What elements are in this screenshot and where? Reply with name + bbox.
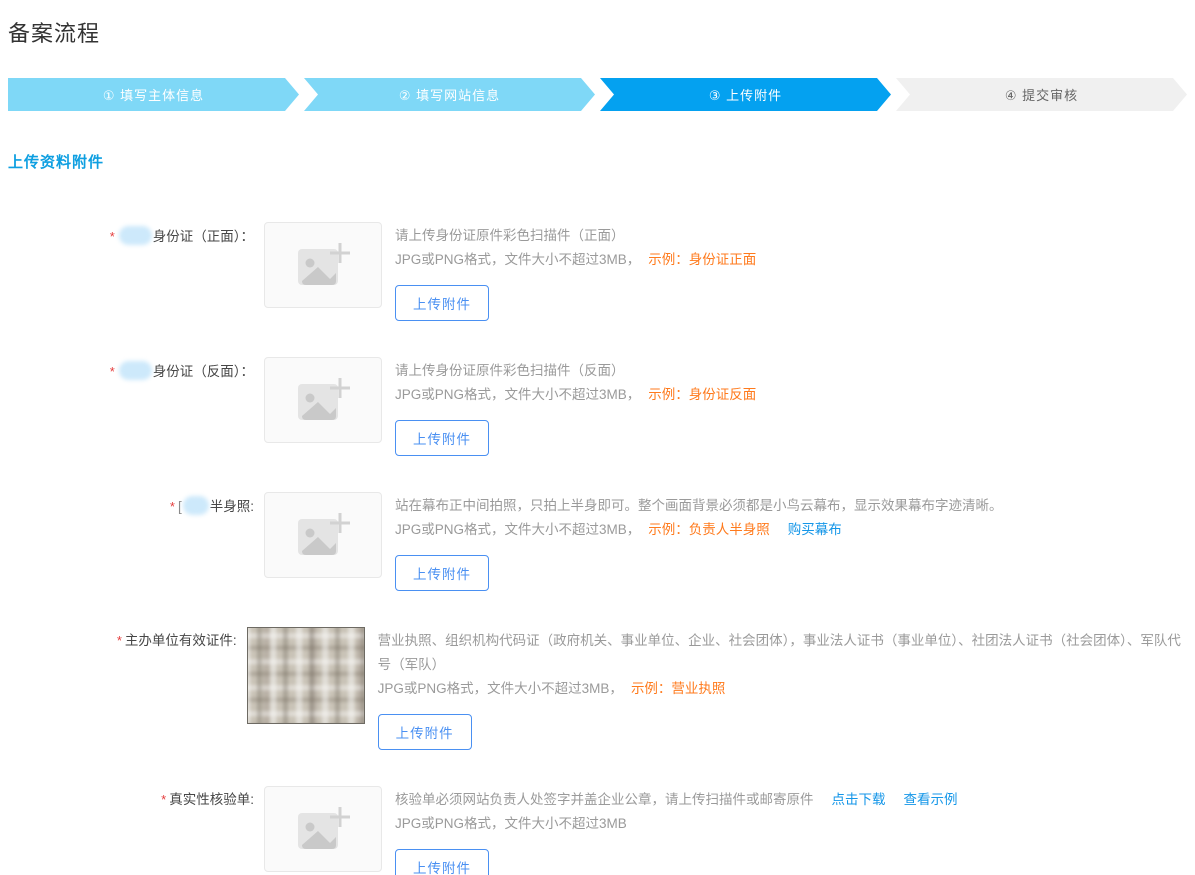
upload-attachment-button[interactable]: 上传附件 [395, 849, 489, 875]
description-text: 核验单必须网站负责人处签字并盖企业公章，请上传扫描件或邮寄原件 [395, 792, 814, 807]
description-text: 站在幕布正中间拍照，只拍上半身即可。整个画面背景必须都是小鸟云幕布，显示效果幕布… [395, 498, 1003, 513]
field-label: *[ 半身照: [8, 492, 254, 517]
add-image-icon [292, 239, 354, 291]
example-link[interactable]: 示例：营业执照 [631, 681, 726, 696]
click-download-link[interactable]: 点击下载 [832, 792, 886, 807]
example-link[interactable]: 示例：身份证正面 [648, 252, 756, 267]
description-line-1: 请上传身份证原件彩色扫描件（正面） [395, 224, 756, 248]
required-asterisk: * [110, 364, 115, 379]
redacted-name-blur [119, 226, 152, 245]
upload-rows: * 身份证（正面）： 请上传身份证原件彩色扫描件（正面） JPG或PNG格式，文件… [8, 222, 1187, 875]
row-id-card-back: * 身份证（反面）： 请上传身份证原件彩色扫描件（反面） JPG或PNG格式，文件… [8, 357, 1187, 456]
field-description: 核验单必须网站负责人处签字并盖企业公章，请上传扫描件或邮寄原件点击下载查看示例 … [395, 786, 958, 875]
required-asterisk: * [170, 499, 175, 514]
upload-attachment-button[interactable]: 上传附件 [378, 714, 472, 750]
format-hint-text: JPG或PNG格式，文件大小不超过3MB， [395, 522, 640, 537]
row-organizer-certificate: *主办单位有效证件: 营业执照、组织机构代码证（政府机关、事业单位、企业、社会团… [8, 627, 1187, 750]
field-description: 站在幕布正中间拍照，只拍上半身即可。整个画面背景必须都是小鸟云幕布，显示效果幕布… [395, 492, 1003, 591]
required-asterisk: * [161, 792, 166, 807]
required-asterisk: * [110, 229, 115, 244]
filing-process-page: 备案流程 ① 填写主体信息 ② 填写网站信息 ③ 上传附件 ④ 提交审核 上传资… [0, 0, 1195, 875]
redacted-name-blur [183, 496, 209, 515]
upload-image-placeholder[interactable] [264, 222, 382, 308]
upload-image-placeholder[interactable] [264, 786, 382, 872]
step-2-fill-website-info[interactable]: ② 填写网站信息 [304, 78, 595, 111]
required-asterisk: * [117, 633, 122, 648]
description-line-2: JPG或PNG格式，文件大小不超过3MB [395, 812, 958, 836]
description-line-2: JPG或PNG格式，文件大小不超过3MB， 示例：营业执照 [378, 677, 1187, 701]
description-line-2: JPG或PNG格式，文件大小不超过3MB， 示例：负责人半身照 购买幕布 [395, 518, 1003, 542]
field-description: 营业执照、组织机构代码证（政府机关、事业单位、企业、社会团体），事业法人证书（事… [378, 627, 1187, 750]
step-4-submit-review[interactable]: ④ 提交审核 [896, 78, 1187, 111]
add-image-icon [292, 803, 354, 855]
step-4-label: ④ 提交审核 [1005, 85, 1078, 104]
format-hint-text: JPG或PNG格式，文件大小不超过3MB， [395, 252, 640, 267]
section-heading-upload-attachments: 上传资料附件 [8, 151, 1187, 172]
view-example-link[interactable]: 查看示例 [904, 792, 958, 807]
upload-image-placeholder[interactable] [264, 492, 382, 578]
step-progress-bar: ① 填写主体信息 ② 填写网站信息 ③ 上传附件 ④ 提交审核 [8, 78, 1187, 111]
description-text: 请上传身份证原件彩色扫描件（反面） [395, 363, 625, 378]
upload-image-placeholder[interactable] [264, 357, 382, 443]
field-label-text: 主办单位有效证件: [125, 633, 237, 648]
description-line-1: 站在幕布正中间拍照，只拍上半身即可。整个画面背景必须都是小鸟云幕布，显示效果幕布… [395, 494, 1003, 518]
description-line-2: JPG或PNG格式，文件大小不超过3MB， 示例：身份证正面 [395, 248, 756, 272]
field-label: *真实性核验单: [8, 786, 254, 810]
step-3-upload-attachments[interactable]: ③ 上传附件 [600, 78, 891, 111]
field-label-text: 半身照: [210, 499, 254, 514]
example-link[interactable]: 示例：负责人半身照 [648, 522, 770, 537]
step-3-label: ③ 上传附件 [709, 85, 782, 104]
step-2-label: ② 填写网站信息 [399, 85, 500, 104]
description-text: 请上传身份证原件彩色扫描件（正面） [395, 228, 625, 243]
row-half-body-photo: *[ 半身照: 站在幕布正中间拍照，只拍上半身即可。整个画面背景必须都是小鸟云幕布… [8, 492, 1187, 591]
page-title: 备案流程 [8, 0, 1187, 48]
field-label: *主办单位有效证件: [8, 627, 237, 651]
format-hint-text: JPG或PNG格式，文件大小不超过3MB， [395, 387, 640, 402]
row-verification-form: *真实性核验单: 核验单必须网站负责人处签字并盖企业公章，请上传扫描件或邮寄原件… [8, 786, 1187, 875]
example-link[interactable]: 示例：身份证反面 [648, 387, 756, 402]
step-1-fill-subject-info[interactable]: ① 填写主体信息 [8, 78, 299, 111]
label-prefix: [ [178, 499, 182, 514]
upload-attachment-button[interactable]: 上传附件 [395, 420, 489, 456]
step-1-label: ① 填写主体信息 [103, 85, 204, 104]
add-image-icon [292, 374, 354, 426]
upload-attachment-button[interactable]: 上传附件 [395, 555, 489, 591]
row-id-card-front: * 身份证（正面）： 请上传身份证原件彩色扫描件（正面） JPG或PNG格式，文件… [8, 222, 1187, 321]
uploaded-license-thumbnail[interactable] [247, 627, 365, 724]
buy-backdrop-link[interactable]: 购买幕布 [788, 522, 842, 537]
redacted-name-blur [119, 361, 152, 380]
add-image-icon [292, 509, 354, 561]
field-description: 请上传身份证原件彩色扫描件（正面） JPG或PNG格式，文件大小不超过3MB， 示… [395, 222, 756, 321]
format-hint-text: JPG或PNG格式，文件大小不超过3MB [395, 816, 627, 831]
field-label-text: 身份证（反面）： [153, 364, 254, 379]
description-line-2: JPG或PNG格式，文件大小不超过3MB， 示例：身份证反面 [395, 383, 756, 407]
field-description: 请上传身份证原件彩色扫描件（反面） JPG或PNG格式，文件大小不超过3MB， 示… [395, 357, 756, 456]
field-label-text: 真实性核验单: [169, 792, 254, 807]
field-label-text: 身份证（正面）： [153, 229, 254, 244]
description-line-1: 核验单必须网站负责人处签字并盖企业公章，请上传扫描件或邮寄原件 点击下载 查看示例 [395, 788, 958, 812]
blurred-license-image [247, 627, 365, 724]
upload-attachment-button[interactable]: 上传附件 [395, 285, 489, 321]
field-label: * 身份证（正面）： [8, 222, 254, 247]
description-text: 营业执照、组织机构代码证（政府机关、事业单位、企业、社会团体），事业法人证书（事… [378, 633, 1181, 672]
field-label: * 身份证（反面）： [8, 357, 254, 382]
description-line-1: 营业执照、组织机构代码证（政府机关、事业单位、企业、社会团体），事业法人证书（事… [378, 629, 1187, 677]
description-line-1: 请上传身份证原件彩色扫描件（反面） [395, 359, 756, 383]
format-hint-text: JPG或PNG格式，文件大小不超过3MB， [378, 681, 623, 696]
